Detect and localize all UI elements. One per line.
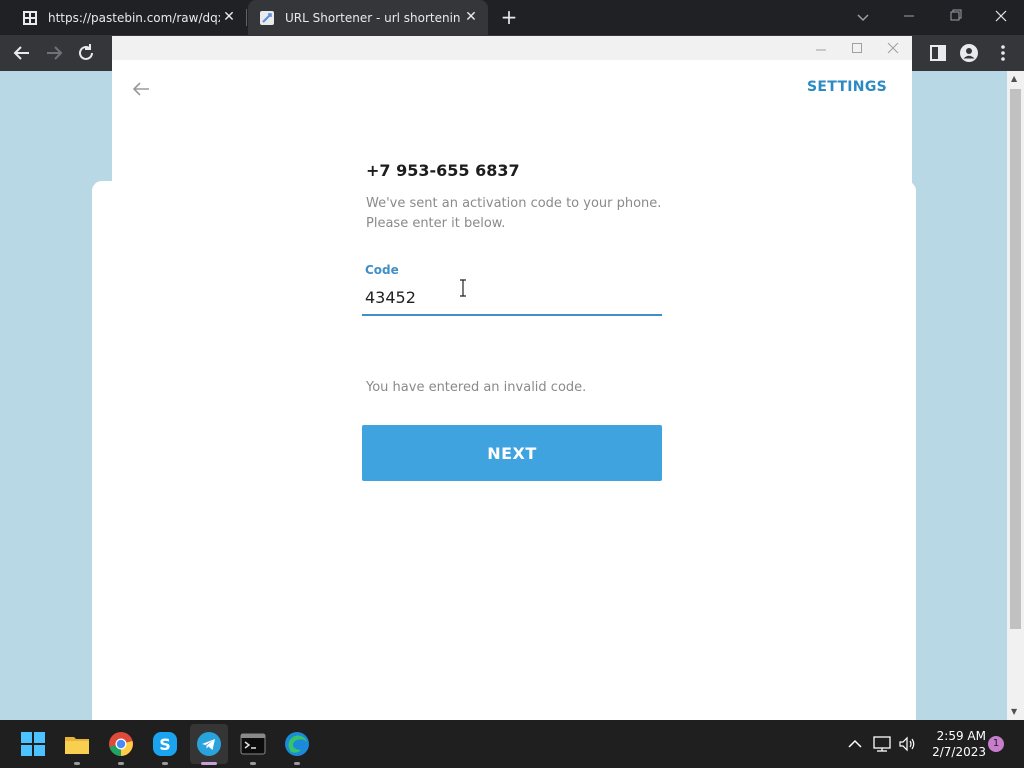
app-running-indicator xyxy=(294,762,300,765)
text-cursor-icon xyxy=(460,279,466,297)
new-tab-button[interactable]: + xyxy=(498,7,520,29)
restore-icon[interactable] xyxy=(940,3,970,29)
reload-icon[interactable] xyxy=(75,42,97,64)
phone-number: +7 953-655 6837 xyxy=(366,161,520,180)
system-clock[interactable]: 2:59 AM 2/7/2023 xyxy=(928,728,986,760)
error-message: You have entered an invalid code. xyxy=(366,380,587,395)
clock-date: 2/7/2023 xyxy=(932,745,986,759)
file-explorer-icon[interactable] xyxy=(63,730,91,758)
activation-description: We've sent an activation code to your ph… xyxy=(366,194,666,234)
terminal-icon[interactable] xyxy=(239,730,267,758)
chevron-up-icon[interactable] xyxy=(845,734,865,754)
app-running-indicator xyxy=(250,762,256,765)
description-line: We've sent an activation code to your ph… xyxy=(366,196,662,211)
tab-pastebin[interactable]: https://pastebin.com/raw/dqxax\ ✕ xyxy=(0,0,246,35)
telegram-window: SETTINGS +7 953-655 6837 We've sent an a… xyxy=(112,36,912,720)
next-button[interactable]: NEXT xyxy=(362,425,662,481)
scroll-up-icon[interactable]: ▲ xyxy=(1011,75,1017,83)
minimize-icon[interactable] xyxy=(894,3,924,29)
app-active-indicator xyxy=(201,762,217,765)
close-icon[interactable] xyxy=(885,40,901,56)
chrome-icon[interactable] xyxy=(107,730,135,758)
scrollbar-thumb[interactable] xyxy=(1010,89,1021,629)
clock-time: 2:59 AM xyxy=(936,729,986,743)
tab-url-shortener[interactable]: URL Shortener - url shortening se ✕ xyxy=(248,0,488,35)
side-panel-icon[interactable] xyxy=(927,42,949,64)
settings-link[interactable]: SETTINGS xyxy=(807,79,887,95)
edge-icon[interactable] xyxy=(283,730,311,758)
code-input[interactable] xyxy=(362,280,662,316)
volume-icon[interactable] xyxy=(897,734,917,754)
close-tab-icon[interactable]: ✕ xyxy=(220,8,238,26)
start-icon[interactable] xyxy=(19,730,47,758)
notification-badge[interactable]: 1 xyxy=(988,736,1004,752)
tab-separator xyxy=(246,9,247,26)
scroll-down-icon[interactable]: ▼ xyxy=(1011,708,1017,716)
back-arrow-icon[interactable] xyxy=(130,79,152,99)
browser-tab-strip: https://pastebin.com/raw/dqxax\ ✕ URL Sh… xyxy=(0,0,1024,35)
network-icon[interactable] xyxy=(872,734,892,754)
telegram-icon[interactable] xyxy=(195,730,223,758)
svg-text:S: S xyxy=(159,735,171,754)
description-line: Please enter it below. xyxy=(366,216,506,231)
minimize-icon[interactable] xyxy=(813,40,829,56)
close-window-icon[interactable] xyxy=(986,3,1016,29)
profile-icon[interactable] xyxy=(958,42,980,64)
tab-title: URL Shortener - url shortening se xyxy=(285,10,461,25)
code-label: Code xyxy=(365,263,399,277)
app-running-indicator xyxy=(162,762,168,765)
close-tab-icon[interactable]: ✕ xyxy=(462,8,480,26)
app-running-indicator xyxy=(118,762,124,765)
telegram-titlebar xyxy=(112,36,912,60)
page-scrollbar[interactable]: ▲ ▼ xyxy=(1007,71,1024,720)
tab-title: https://pastebin.com/raw/dqxax\ xyxy=(48,10,220,25)
url-shortener-icon xyxy=(260,10,274,25)
windows-taskbar: S 2:59 AM 2/7/2023 xyxy=(0,720,1024,768)
tab-search-chevron-icon[interactable] xyxy=(854,8,872,26)
pastebin-icon xyxy=(23,10,37,25)
more-options-icon[interactable] xyxy=(992,42,1014,64)
forward-arrow-icon[interactable] xyxy=(43,42,65,64)
back-arrow-icon[interactable] xyxy=(11,42,33,64)
maximize-icon[interactable] xyxy=(849,40,865,56)
app-running-indicator xyxy=(74,762,80,765)
skype-icon[interactable]: S xyxy=(151,730,179,758)
